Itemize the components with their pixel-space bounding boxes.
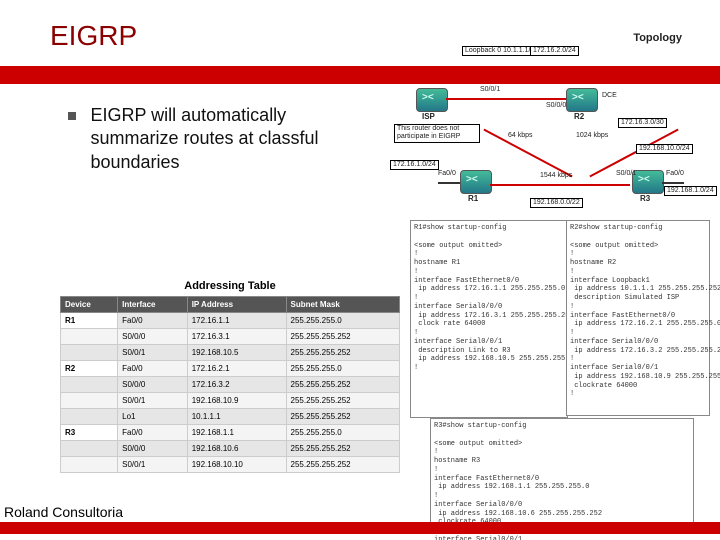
- table-cell: [61, 329, 118, 345]
- sum-box: 192.168.0.0/22: [530, 198, 583, 208]
- topology-title: Topology: [633, 32, 682, 44]
- table-cell: [61, 393, 118, 409]
- table-cell: 172.16.3.2: [187, 377, 286, 393]
- table-header: Interface: [118, 297, 188, 313]
- r1-lan: [438, 182, 460, 184]
- table-cell: 255.255.255.252: [286, 377, 399, 393]
- table-cell: [61, 345, 118, 361]
- table-row: Lo110.1.1.1255.255.255.252: [61, 409, 400, 425]
- net19216810-box: 192.168.10.0/24: [636, 144, 693, 154]
- table-row: S0/0/1192.168.10.10255.255.255.252: [61, 457, 400, 473]
- ispnet-box: 192.168.1.0/24: [664, 186, 717, 196]
- table-header: Subnet Mask: [286, 297, 399, 313]
- addressing-title: Addressing Table: [60, 280, 400, 292]
- table-cell: 192.168.10.9: [187, 393, 286, 409]
- table-cell: 255.255.255.252: [286, 329, 399, 345]
- table-cell: 172.16.1.1: [187, 313, 286, 329]
- table-cell: R1: [61, 313, 118, 329]
- table-cell: 255.255.255.0: [286, 313, 399, 329]
- table-cell: Fa0/0: [118, 361, 188, 377]
- table-cell: S0/0/0: [118, 441, 188, 457]
- table-cell: 255.255.255.0: [286, 361, 399, 377]
- net172-box: 172.16.2.0/24: [530, 46, 579, 56]
- router-r3: [632, 170, 664, 194]
- bullet-text: EIGRP will automatically summarize route…: [90, 104, 350, 174]
- table-cell: 172.16.2.1: [187, 361, 286, 377]
- table-row: S0/0/0172.16.3.1255.255.255.252: [61, 329, 400, 345]
- config-r1: R1#show startup-config <some output omit…: [410, 220, 568, 418]
- r2-label: R2: [574, 112, 584, 121]
- bw64-label: 64 kbps: [508, 132, 533, 139]
- router-r1: [460, 170, 492, 194]
- s000-label: S0/0/0: [546, 102, 566, 109]
- net17230-box: 172.16.3.0/30: [618, 118, 667, 128]
- table-cell: [61, 441, 118, 457]
- bw1024-label: 1024 kbps: [576, 132, 608, 139]
- table-cell: 10.1.1.1: [187, 409, 286, 425]
- bottom-bar: [0, 522, 720, 534]
- topology-diagram: Topology Loopback 0 10.1.1.1/30 172.16.2…: [380, 32, 690, 212]
- table-cell: S0/0/0: [118, 377, 188, 393]
- s001-label: S0/0/1: [616, 170, 636, 177]
- table-row: R1Fa0/0172.16.1.1255.255.255.0: [61, 313, 400, 329]
- router-r2: [566, 88, 598, 112]
- router-isp: [416, 88, 448, 112]
- r1-label: R1: [468, 194, 478, 203]
- table-cell: S0/0/0: [118, 329, 188, 345]
- table-cell: 192.168.10.10: [187, 457, 286, 473]
- table-cell: 255.255.255.252: [286, 345, 399, 361]
- table-header: Device: [61, 297, 118, 313]
- table-cell: 192.168.10.5: [187, 345, 286, 361]
- r3-lan: [662, 182, 684, 184]
- bullet-icon: [68, 112, 76, 120]
- table-cell: Fa0/0: [118, 425, 188, 441]
- table-row: R3Fa0/0192.168.1.1255.255.255.0: [61, 425, 400, 441]
- table-row: R2Fa0/0172.16.2.1255.255.255.0: [61, 361, 400, 377]
- table-cell: Fa0/0: [118, 313, 188, 329]
- table-cell: Lo1: [118, 409, 188, 425]
- link-isp-r2: [446, 98, 566, 100]
- bullet-block: EIGRP will automatically summarize route…: [68, 104, 368, 174]
- table-cell: 255.255.255.252: [286, 393, 399, 409]
- table-cell: 255.255.255.0: [286, 425, 399, 441]
- slide-title: EIGRP: [50, 20, 137, 52]
- net17216-box: 172.16.1.0/24: [390, 160, 439, 170]
- table-cell: R2: [61, 361, 118, 377]
- r1-fa-label: Fa0/0: [438, 170, 456, 177]
- table-cell: R3: [61, 425, 118, 441]
- addr-table: DeviceInterfaceIP AddressSubnet Mask R1F…: [60, 296, 400, 473]
- config-r2: R2#show startup-config <some output omit…: [566, 220, 710, 416]
- table-cell: 255.255.255.252: [286, 457, 399, 473]
- table-cell: 172.16.3.1: [187, 329, 286, 345]
- link-r1-r3: [490, 184, 630, 186]
- table-cell: [61, 457, 118, 473]
- table-cell: S0/0/1: [118, 457, 188, 473]
- link-isp-if: S0/0/1: [480, 86, 500, 93]
- footer-text: Roland Consultoria: [4, 504, 123, 520]
- table-row: S0/0/1192.168.10.9255.255.255.252: [61, 393, 400, 409]
- table-cell: S0/0/1: [118, 393, 188, 409]
- table-cell: [61, 377, 118, 393]
- table-cell: [61, 409, 118, 425]
- bw1544-label: 1544 kbps: [540, 172, 572, 179]
- table-cell: 192.168.10.6: [187, 441, 286, 457]
- r3-label: R3: [640, 194, 650, 203]
- note-box: This router does not participate in EIGR…: [394, 124, 480, 143]
- table-cell: S0/0/1: [118, 345, 188, 361]
- table-cell: 192.168.1.1: [187, 425, 286, 441]
- table-row: S0/0/0192.168.10.6255.255.255.252: [61, 441, 400, 457]
- table-header: IP Address: [187, 297, 286, 313]
- table-cell: 255.255.255.252: [286, 441, 399, 457]
- isp-label: ISP: [422, 112, 435, 121]
- dce-label: DCE: [602, 92, 617, 99]
- table-row: S0/0/1192.168.10.5255.255.255.252: [61, 345, 400, 361]
- addressing-table: Addressing Table DeviceInterfaceIP Addre…: [60, 280, 400, 473]
- r3-fa-label: Fa0/0: [666, 170, 684, 177]
- slide: EIGRP EIGRP will automatically summarize…: [0, 0, 720, 540]
- table-cell: 255.255.255.252: [286, 409, 399, 425]
- config-r3: R3#show startup-config <some output omit…: [430, 418, 694, 526]
- table-row: S0/0/0172.16.3.2255.255.255.252: [61, 377, 400, 393]
